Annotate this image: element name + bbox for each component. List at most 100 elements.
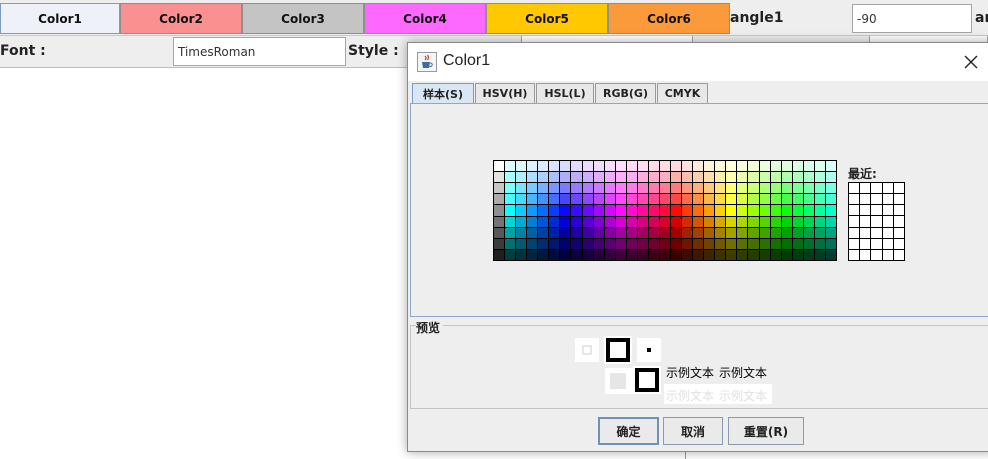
swatch-cell[interactable]: [593, 172, 604, 183]
recent-swatch-cell[interactable]: [860, 183, 871, 194]
swatch-cell[interactable]: [516, 249, 527, 260]
swatch-cell[interactable]: [715, 161, 726, 172]
swatch-cell[interactable]: [814, 249, 825, 260]
swatch-cell[interactable]: [726, 161, 737, 172]
swatch-cell[interactable]: [582, 227, 593, 238]
swatch-cell[interactable]: [637, 161, 648, 172]
swatch-cell[interactable]: [637, 249, 648, 260]
swatch-cell[interactable]: [704, 249, 715, 260]
swatch-cell[interactable]: [549, 227, 560, 238]
swatch-cell[interactable]: [571, 194, 582, 205]
swatch-cell[interactable]: [759, 183, 770, 194]
recent-swatch-cell[interactable]: [871, 205, 882, 216]
recent-swatch-cell[interactable]: [882, 238, 893, 249]
swatch-cell[interactable]: [748, 172, 759, 183]
swatch-cell[interactable]: [671, 249, 682, 260]
swatch-cell[interactable]: [604, 249, 615, 260]
swatch-cell[interactable]: [637, 172, 648, 183]
swatch-cell[interactable]: [593, 205, 604, 216]
swatch-cell[interactable]: [560, 238, 571, 249]
swatch-cell[interactable]: [505, 205, 516, 216]
recent-swatch-cell[interactable]: [849, 205, 860, 216]
swatch-cell[interactable]: [748, 227, 759, 238]
swatch-cell[interactable]: [825, 205, 836, 216]
swatch-cell[interactable]: [737, 172, 748, 183]
swatch-cell[interactable]: [671, 216, 682, 227]
swatch-cell[interactable]: [671, 194, 682, 205]
swatch-cell[interactable]: [726, 205, 737, 216]
swatch-cell[interactable]: [814, 183, 825, 194]
swatch-cell[interactable]: [494, 161, 505, 172]
swatch-cell[interactable]: [748, 216, 759, 227]
swatch-cell[interactable]: [538, 238, 549, 249]
swatch-cell[interactable]: [527, 205, 538, 216]
swatch-cell[interactable]: [682, 194, 693, 205]
swatch-cell[interactable]: [671, 172, 682, 183]
swatch-cell[interactable]: [527, 227, 538, 238]
swatch-cell[interactable]: [549, 249, 560, 260]
swatch-cell[interactable]: [803, 194, 814, 205]
swatch-cell[interactable]: [792, 227, 803, 238]
swatch-cell[interactable]: [516, 216, 527, 227]
swatch-cell[interactable]: [726, 227, 737, 238]
swatch-cell[interactable]: [626, 249, 637, 260]
swatch-cell[interactable]: [781, 205, 792, 216]
swatch-cell[interactable]: [615, 249, 626, 260]
swatch-cell[interactable]: [682, 161, 693, 172]
swatch-cell[interactable]: [648, 238, 659, 249]
swatch-cell[interactable]: [494, 249, 505, 260]
tab-cmyk[interactable]: CMYK: [657, 83, 708, 103]
swatch-cell[interactable]: [682, 249, 693, 260]
swatch-cell[interactable]: [648, 249, 659, 260]
swatch-cell[interactable]: [604, 238, 615, 249]
swatch-cell[interactable]: [538, 249, 549, 260]
tab-hsv[interactable]: HSV(H): [475, 83, 535, 103]
swatch-cell[interactable]: [825, 161, 836, 172]
swatch-cell[interactable]: [626, 216, 637, 227]
swatch-cell[interactable]: [659, 227, 671, 238]
swatch-cell[interactable]: [781, 249, 792, 260]
swatch-cell[interactable]: [814, 194, 825, 205]
swatch-cell[interactable]: [737, 249, 748, 260]
swatch-cell[interactable]: [648, 194, 659, 205]
swatch-cell[interactable]: [615, 194, 626, 205]
swatch-cell[interactable]: [671, 227, 682, 238]
swatch-cell[interactable]: [792, 249, 803, 260]
swatch-cell[interactable]: [549, 216, 560, 227]
swatch-cell[interactable]: [505, 161, 516, 172]
color1-button[interactable]: Color1: [0, 3, 120, 34]
swatch-cell[interactable]: [704, 183, 715, 194]
swatch-cell[interactable]: [538, 161, 549, 172]
swatch-cell[interactable]: [538, 183, 549, 194]
swatch-cell[interactable]: [626, 227, 637, 238]
swatch-cell[interactable]: [494, 183, 505, 194]
swatch-cell[interactable]: [571, 238, 582, 249]
recent-swatch-cell[interactable]: [882, 205, 893, 216]
cancel-button[interactable]: 取消: [663, 417, 723, 445]
swatch-cell[interactable]: [770, 249, 781, 260]
swatch-cell[interactable]: [748, 238, 759, 249]
swatch-cell[interactable]: [671, 183, 682, 194]
swatch-cell[interactable]: [770, 194, 781, 205]
swatch-cell[interactable]: [737, 205, 748, 216]
swatch-cell[interactable]: [604, 161, 615, 172]
swatch-cell[interactable]: [615, 216, 626, 227]
swatch-cell[interactable]: [593, 227, 604, 238]
swatch-cell[interactable]: [527, 216, 538, 227]
swatch-cell[interactable]: [505, 194, 516, 205]
swatch-cell[interactable]: [582, 238, 593, 249]
swatch-cell[interactable]: [516, 172, 527, 183]
swatch-cell[interactable]: [737, 194, 748, 205]
swatch-cell[interactable]: [615, 238, 626, 249]
swatch-cell[interactable]: [505, 249, 516, 260]
swatch-cell[interactable]: [505, 227, 516, 238]
swatch-cell[interactable]: [516, 205, 527, 216]
swatch-cell[interactable]: [781, 161, 792, 172]
swatch-cell[interactable]: [648, 183, 659, 194]
tab-swatches[interactable]: 样本(S): [412, 83, 474, 103]
swatch-cell[interactable]: [659, 205, 671, 216]
swatch-cell[interactable]: [549, 194, 560, 205]
swatch-cell[interactable]: [726, 249, 737, 260]
swatch-cell[interactable]: [726, 216, 737, 227]
swatch-cell[interactable]: [637, 205, 648, 216]
